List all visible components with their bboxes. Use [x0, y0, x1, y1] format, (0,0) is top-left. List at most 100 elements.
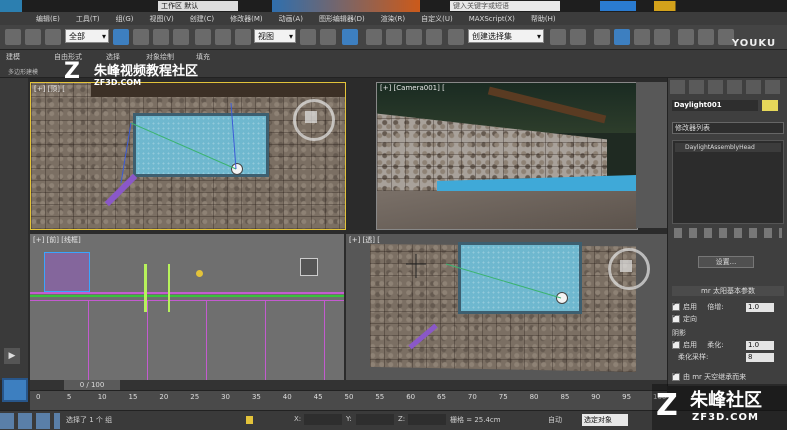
layer-manager-icon[interactable]: [594, 29, 610, 45]
menu-rendering[interactable]: 渲染(R): [381, 14, 405, 24]
timeline-tick-label: 5: [66, 393, 72, 401]
softness-spinner[interactable]: 1.0: [746, 341, 774, 350]
window-crossing-icon[interactable]: [173, 29, 189, 45]
bind-space-warp-icon[interactable]: [45, 29, 61, 45]
viewport-top[interactable]: [+] [顶] [: [30, 82, 346, 230]
timeline-tick-label: 15: [128, 393, 138, 401]
lock-icon[interactable]: [246, 416, 253, 424]
targeted-checkbox[interactable]: [672, 312, 680, 323]
curve-editor-icon[interactable]: [634, 29, 650, 45]
pivot-center-icon[interactable]: [300, 29, 316, 45]
stack-tools[interactable]: [674, 228, 782, 238]
graphite-toggle-icon[interactable]: [614, 29, 630, 45]
render-setup-icon[interactable]: [698, 29, 714, 45]
viewcube-top[interactable]: [293, 99, 335, 141]
viewport-camera-label[interactable]: [+] [Camera001] [: [380, 84, 445, 92]
spinner-snap-icon[interactable]: [426, 29, 442, 45]
workspace-dropdown[interactable]: 工作区 默认: [158, 1, 238, 11]
menu-modifiers[interactable]: 修改器(M): [230, 14, 263, 24]
viewport-top-label[interactable]: [+] [顶] [: [34, 84, 65, 94]
object-color-swatch[interactable]: [762, 100, 778, 111]
search-input[interactable]: 键入关键字或短语: [450, 1, 560, 11]
angle-snap-icon[interactable]: [386, 29, 402, 45]
menu-animation[interactable]: 动画(A): [279, 14, 303, 24]
ribbon-tab-modeling[interactable]: 建模: [6, 52, 20, 62]
modifier-stack-item[interactable]: DaylightAssemblyHead: [675, 143, 781, 152]
mirror-icon[interactable]: [550, 29, 566, 45]
timeline-tick-label: 75: [498, 393, 508, 401]
y-field[interactable]: [356, 414, 394, 425]
sun-params-rollout-title[interactable]: mr 太阳基本参数: [672, 286, 784, 296]
viewport-front[interactable]: [+] [前] [线框]: [30, 234, 344, 380]
menu-create[interactable]: 创建(C): [190, 14, 214, 24]
taskbar-icons[interactable]: [0, 413, 60, 429]
multiplier-spinner[interactable]: 1.0: [746, 303, 774, 312]
percent-snap-icon[interactable]: [406, 29, 422, 45]
timeline-tick-label: 80: [529, 393, 539, 401]
move-icon[interactable]: [195, 29, 211, 45]
inherit-row: 由 mr 天空继承而来: [672, 370, 746, 382]
community-watermark: Z 朱峰视频教程社区 ZF3D.COM: [64, 58, 214, 92]
viewport-perspective-label[interactable]: [+] [透] [: [349, 235, 380, 245]
rotate-icon[interactable]: [215, 29, 231, 45]
menu-maxscript[interactable]: MAXScript(X): [469, 15, 515, 23]
left-strip: ▶: [0, 78, 28, 380]
link-icon[interactable]: [5, 29, 21, 45]
front-sun-gizmo[interactable]: [300, 258, 318, 276]
viewcube-persp[interactable]: [608, 248, 650, 290]
ribbon-sub-label: 多边形建模: [8, 69, 39, 76]
help-icons[interactable]: [600, 1, 780, 11]
select-manipulate-icon[interactable]: [320, 29, 336, 45]
menu-tools[interactable]: 工具(T): [76, 14, 100, 24]
schematic-view-icon[interactable]: [654, 29, 670, 45]
inherit-checkbox[interactable]: [672, 370, 680, 381]
shadow-enabled-checkbox[interactable]: [672, 338, 680, 349]
command-panel-tabs[interactable]: [670, 80, 784, 94]
softness-samples-spinner[interactable]: 8: [746, 353, 774, 362]
green-ground-line: [30, 295, 344, 297]
reference-coordinate-dropdown[interactable]: 视图: [254, 29, 296, 44]
select-by-name-icon[interactable]: [133, 29, 149, 45]
auto-key-button[interactable]: 自动: [548, 414, 572, 426]
viewport-camera[interactable]: [+] [Camera001] [: [376, 82, 638, 230]
viewport-front-label[interactable]: [+] [前] [线框]: [33, 235, 81, 245]
menu-edit[interactable]: 编辑(E): [36, 14, 60, 24]
timeline-tick-label: 95: [622, 393, 632, 401]
z-field[interactable]: [408, 414, 446, 425]
scale-icon[interactable]: [235, 29, 251, 45]
rect-selection-icon[interactable]: [153, 29, 169, 45]
light-marker[interactable]: [196, 270, 203, 277]
timeline-tick-label: 55: [375, 393, 385, 401]
named-selection-dropdown[interactable]: 创建选择集: [468, 29, 544, 44]
unlink-icon[interactable]: [25, 29, 41, 45]
edit-named-selection-icon[interactable]: [448, 29, 464, 45]
viewport-perspective[interactable]: [+] [透] [: [346, 234, 667, 380]
timeline-ruler[interactable]: 0 5 10 15 20 25 30 35 40 45 50 55 60 65 70 75 80 85 90 95 10…: [30, 390, 667, 410]
menu-customize[interactable]: 自定义(U): [421, 14, 453, 24]
object-name-field[interactable]: Daylight001: [672, 100, 758, 111]
setup-button[interactable]: 设置...: [698, 256, 754, 268]
key-filter-dropdown[interactable]: 选定对象: [582, 414, 628, 426]
select-object-icon[interactable]: [113, 29, 129, 45]
modifier-list-dropdown[interactable]: 修改器列表: [672, 122, 784, 134]
time-slider-thumb[interactable]: 0 / 100: [64, 380, 120, 390]
play-icon[interactable]: ▶: [4, 348, 20, 364]
material-editor-icon[interactable]: [678, 29, 694, 45]
menu-group[interactable]: 组(G): [116, 14, 134, 24]
enabled-row: 启用 倍增:: [672, 300, 724, 312]
viewport-layout-icon[interactable]: [2, 378, 28, 402]
selection-filter-dropdown[interactable]: 全部: [65, 29, 109, 44]
app-logo[interactable]: [0, 0, 22, 12]
x-field[interactable]: [304, 414, 342, 425]
menu-graph-editors[interactable]: 图形编辑器(D): [319, 14, 365, 24]
time-slider[interactable]: 0 / 100: [30, 380, 667, 390]
modifier-stack[interactable]: DaylightAssemblyHead: [672, 140, 784, 224]
menu-views[interactable]: 视图(V): [150, 14, 174, 24]
align-icon[interactable]: [570, 29, 586, 45]
timeline-tick-label: 35: [251, 393, 261, 401]
front-wireframe-object[interactable]: [44, 252, 90, 292]
menu-help[interactable]: 帮助(H): [531, 14, 556, 24]
keyboard-shortcut-icon[interactable]: [342, 29, 358, 45]
enabled-checkbox[interactable]: [672, 300, 680, 311]
snap-toggle-icon[interactable]: [366, 29, 382, 45]
